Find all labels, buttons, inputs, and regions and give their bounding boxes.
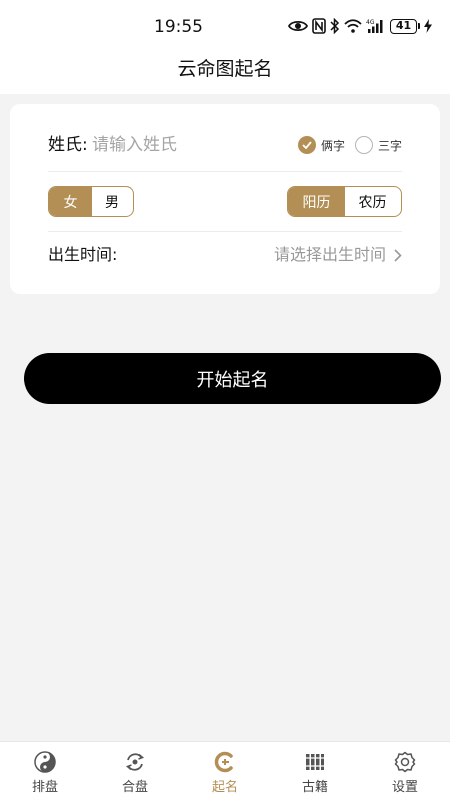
gender-calendar-row: 女 男 阳历 农历 [48, 186, 402, 217]
naming-form-card: 姓氏: 俩字 三字 女 男 阳历 农历 出生时间: [10, 104, 440, 294]
calendar-lunar-option[interactable]: 农历 [345, 187, 400, 216]
surname-label: 姓氏: [48, 135, 88, 155]
app-header: 云命图起名 [0, 44, 450, 94]
bluetooth-icon [330, 18, 340, 34]
page-title: 云命图起名 [177, 58, 273, 80]
gender-female-option[interactable]: 女 [49, 187, 92, 216]
settings-icon [394, 751, 416, 773]
tab-label: 起名 [211, 780, 238, 795]
divider [48, 171, 402, 172]
gender-toggle: 女 男 [48, 186, 134, 217]
gender-male-option[interactable]: 男 [92, 187, 132, 216]
tab-hepan[interactable]: 合盘 [90, 742, 180, 800]
4g-signal-icon: 4G [366, 19, 383, 33]
bottom-tab-bar: 排盘 合盘 起名 古籍 设置 [0, 741, 450, 800]
name-c-icon [214, 751, 236, 773]
surname-input[interactable] [92, 133, 252, 157]
divider [48, 231, 402, 232]
battery-icon: 41 [390, 18, 420, 34]
tab-label: 合盘 [121, 780, 148, 795]
chevron-right-icon [394, 248, 402, 262]
tab-label: 设置 [391, 780, 418, 795]
tab-label: 排盘 [31, 780, 58, 795]
calendar-solar-option[interactable]: 阳历 [288, 187, 345, 216]
birth-time-row: 出生时间: 请选择出生时间 [48, 244, 402, 266]
tab-qiming[interactable]: 起名 [180, 742, 270, 800]
surname-row: 姓氏: 俩字 三字 [48, 133, 402, 157]
status-time: 19:55 [154, 17, 203, 37]
name-length-group: 俩字 三字 [288, 136, 402, 154]
birth-time-picker[interactable]: 请选择出生时间 [274, 244, 402, 266]
birth-time-label: 出生时间: [48, 245, 118, 264]
tab-guji[interactable]: 古籍 [270, 742, 360, 800]
eye-icon [288, 20, 308, 32]
birth-time-placeholder: 请选择出生时间 [273, 245, 386, 264]
battery-level: 41 [390, 18, 417, 34]
radio-unchecked-icon [354, 136, 373, 154]
radio-checked-icon [297, 136, 316, 154]
tab-paipan[interactable]: 排盘 [0, 742, 90, 800]
name-length-two-label: 俩字 [320, 138, 345, 153]
calendar-toggle: 阳历 农历 [287, 186, 402, 217]
start-naming-button[interactable]: 开始起名 [24, 353, 441, 404]
wifi-icon [344, 19, 362, 33]
tab-label: 古籍 [301, 780, 328, 795]
name-length-two-option[interactable]: 俩字 [297, 136, 345, 154]
tab-settings[interactable]: 设置 [360, 742, 450, 800]
name-length-three-label: 三字 [377, 138, 402, 153]
name-length-three-option[interactable]: 三字 [354, 136, 402, 154]
nfc-icon [312, 18, 326, 34]
charging-icon [424, 19, 432, 33]
status-bar: 19:55 4G 41 [0, 0, 450, 44]
status-icons: 4G 41 [288, 15, 432, 37]
svg-text:4G: 4G [366, 19, 375, 26]
yin-yang-icon [34, 751, 56, 773]
books-icon [304, 751, 326, 773]
refresh-circle-icon [124, 751, 146, 773]
